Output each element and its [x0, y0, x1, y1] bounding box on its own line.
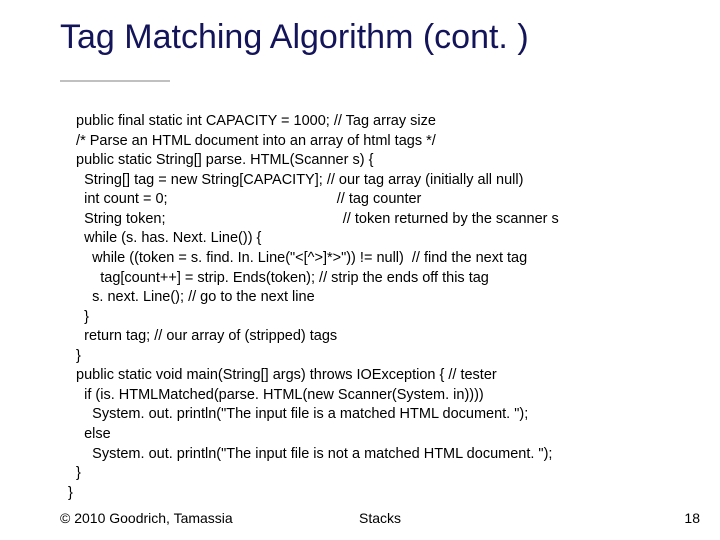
slide: Tag Matching Algorithm (cont. ) public f…	[0, 0, 720, 540]
footer-topic: Stacks	[60, 510, 700, 526]
footer-page-number: 18	[684, 510, 700, 526]
slide-title: Tag Matching Algorithm (cont. )	[60, 18, 529, 57]
title-underline	[60, 80, 170, 82]
code-block: public final static int CAPACITY = 1000;…	[68, 112, 690, 503]
